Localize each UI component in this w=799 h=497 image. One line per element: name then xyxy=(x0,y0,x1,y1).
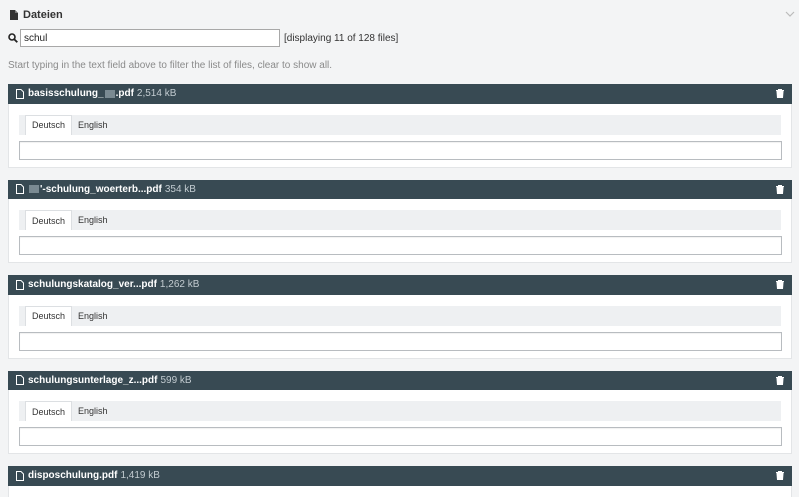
search-row: [displaying 11 of 128 files] xyxy=(8,28,398,48)
file-size: 2,514 kB xyxy=(136,88,177,100)
file-count: [displaying 11 of 128 files] xyxy=(284,32,399,44)
tab-deutsch[interactable]: Deutsch xyxy=(25,305,73,326)
tab-english[interactable]: English xyxy=(72,210,114,230)
file-name[interactable]: '-schulung_woerterb...pdf xyxy=(28,184,162,195)
file-name[interactable]: basisschulung_ .pdf xyxy=(28,88,134,99)
trash-icon[interactable] xyxy=(776,89,784,98)
tab-english[interactable]: English xyxy=(72,115,114,135)
trash-icon[interactable] xyxy=(776,471,784,480)
file-name[interactable]: disposchulung.pdf xyxy=(28,470,117,481)
redacted-block xyxy=(104,89,115,98)
redacted-block xyxy=(29,185,39,194)
files-panel-header: Dateien xyxy=(0,0,799,30)
file-card: schulungsunterlage_z...pdf 599 kB Deutsc… xyxy=(8,370,792,454)
language-tabs: Deutsch English xyxy=(19,401,781,421)
description-input[interactable] xyxy=(19,236,782,255)
tab-english[interactable]: English xyxy=(72,306,114,326)
file-icon xyxy=(10,10,18,20)
file-size: 1,419 kB xyxy=(120,470,160,482)
file-card: '-schulung_woerterb...pdf 354 kB Deutsch… xyxy=(8,179,792,263)
file-card: disposchulung.pdf 1,419 kB xyxy=(8,466,792,497)
pdf-icon xyxy=(16,279,24,290)
language-tabs: Deutsch English xyxy=(19,305,781,326)
description-input[interactable] xyxy=(19,140,782,160)
pdf-icon xyxy=(16,470,24,481)
tab-deutsch[interactable]: Deutsch xyxy=(25,114,73,135)
tab-english[interactable]: English xyxy=(72,401,114,421)
pdf-icon xyxy=(16,184,24,195)
file-name[interactable]: schulungskatalog_ver...pdf xyxy=(28,279,157,290)
description-input[interactable] xyxy=(19,427,782,446)
language-tabs: Deutsch English xyxy=(19,114,781,135)
filter-hint: Start typing in the text field above to … xyxy=(8,60,333,71)
panel-title: Dateien xyxy=(23,9,63,21)
language-tabs: Deutsch English xyxy=(19,210,781,230)
pdf-icon xyxy=(16,88,24,99)
description-input[interactable] xyxy=(19,331,782,351)
file-header: basisschulung_ .pdf 2,514 kB xyxy=(8,84,792,104)
search-icon xyxy=(8,33,18,43)
file-list: basisschulung_ .pdf 2,514 kB Deutsch Engl… xyxy=(8,84,792,497)
trash-icon[interactable] xyxy=(776,280,784,289)
file-size: 1,262 kB xyxy=(159,279,200,291)
pdf-icon xyxy=(16,375,24,386)
chevron-down-icon[interactable] xyxy=(785,10,795,18)
search-input[interactable] xyxy=(20,29,280,47)
file-header: schulungsunterlage_z...pdf 599 kB xyxy=(8,370,792,390)
file-card: basisschulung_ .pdf 2,514 kB Deutsch Engl… xyxy=(8,84,792,168)
file-header: disposchulung.pdf 1,419 kB xyxy=(8,466,792,486)
file-size: 599 kB xyxy=(160,374,192,386)
tab-deutsch[interactable]: Deutsch xyxy=(25,210,73,230)
file-card: schulungskatalog_ver...pdf 1,262 kB Deut… xyxy=(8,275,792,359)
file-name[interactable]: schulungsunterlage_z...pdf xyxy=(28,375,157,386)
file-size: 354 kB xyxy=(164,183,196,195)
trash-icon[interactable] xyxy=(776,184,784,194)
tab-deutsch[interactable]: Deutsch xyxy=(25,401,73,421)
trash-icon[interactable] xyxy=(776,375,784,385)
file-header: '-schulung_woerterb...pdf 354 kB xyxy=(8,179,792,199)
file-header: schulungskatalog_ver...pdf 1,262 kB xyxy=(8,275,792,295)
